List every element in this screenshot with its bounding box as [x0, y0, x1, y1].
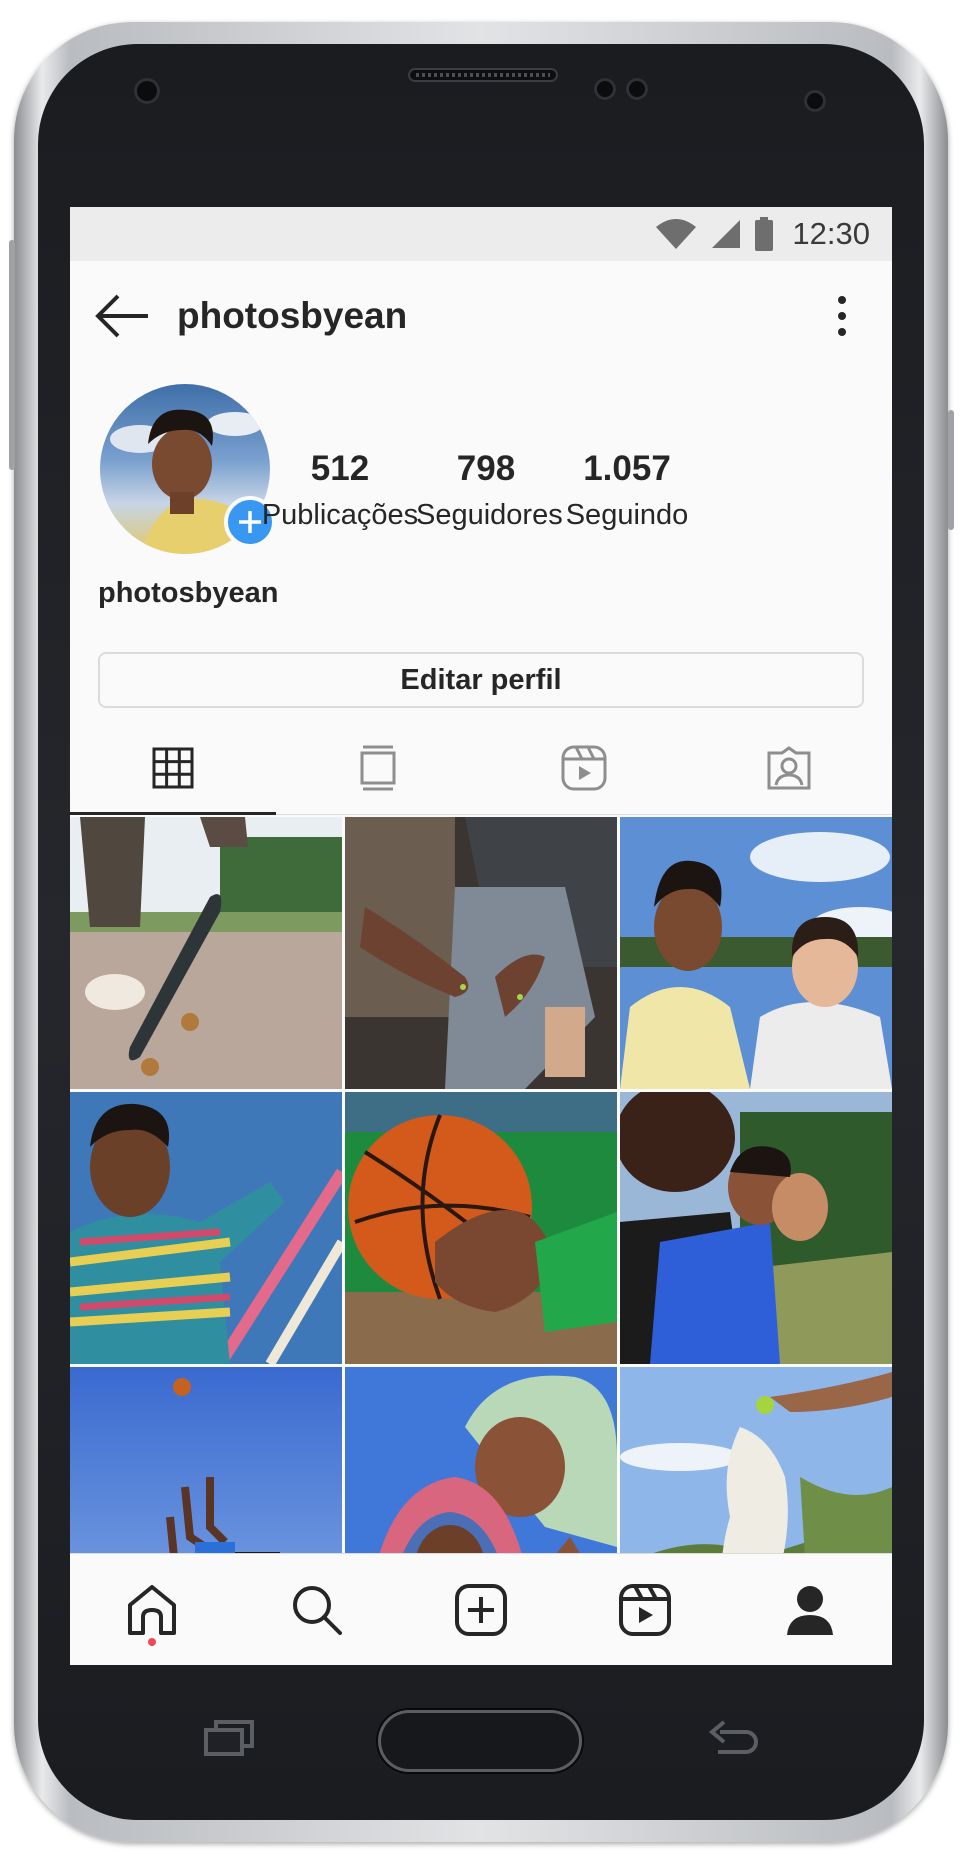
page-title: photosbyean [177, 295, 408, 336]
profile-tabs [70, 722, 892, 815]
new-post-icon [455, 1584, 508, 1636]
signal-icon [712, 220, 741, 248]
basketball-photo [345, 1092, 617, 1364]
post-thumbnail[interactable] [620, 817, 892, 1089]
posts-grid [70, 817, 892, 1639]
front-camera [134, 78, 160, 104]
stat-following-label: Seguindo [565, 499, 689, 531]
home-hardware-button[interactable] [378, 1710, 582, 1772]
nav-reels[interactable] [563, 1554, 727, 1665]
edit-profile-button[interactable]: Editar perfil [98, 652, 864, 708]
sensor-1 [594, 78, 616, 100]
back-key[interactable] [706, 1716, 762, 1760]
grid-icon [152, 747, 194, 789]
post-thumbnail[interactable] [70, 817, 342, 1089]
stat-followers-value: 798 [456, 449, 516, 488]
stat-following-value: 1.057 [583, 449, 671, 488]
phone-side-button-right [948, 410, 954, 530]
recent-apps-key[interactable] [202, 1718, 256, 1758]
skateboard-photo [70, 817, 342, 1089]
bottom-navigation [70, 1553, 892, 1665]
striped-sweater-photo [70, 1092, 342, 1364]
wifi-icon [656, 219, 697, 249]
sensor-2 [626, 78, 648, 100]
tab-reels[interactable] [481, 722, 687, 814]
reels-icon [619, 1584, 672, 1636]
earpiece-speaker [408, 68, 558, 82]
profile-icon [786, 1586, 833, 1635]
app-screen: 12:30 photosbyean 512 Publicações 798 Se… [70, 207, 892, 1665]
search-icon [292, 1586, 342, 1635]
status-bar: 12:30 [70, 207, 892, 261]
stat-posts-value: 512 [310, 449, 370, 488]
profile-header: photosbyean [70, 261, 892, 371]
nav-new-post[interactable] [399, 1554, 563, 1665]
home-notification-dot [148, 1638, 156, 1646]
tab-igtv[interactable] [276, 722, 482, 814]
post-thumbnail[interactable] [70, 1092, 342, 1364]
post-thumbnail[interactable] [345, 1092, 617, 1364]
reels-icon [561, 745, 607, 791]
stat-followers-label: Seguidores [416, 499, 563, 531]
stat-following[interactable]: 1.057 Seguindo [564, 449, 690, 535]
nav-profile[interactable] [728, 1554, 892, 1665]
tagged-icon [767, 746, 811, 790]
group-selfie-photo [620, 1092, 892, 1364]
tab-grid[interactable] [70, 722, 276, 815]
profile-avatar[interactable] [100, 384, 276, 560]
battery-icon [755, 217, 774, 251]
phone-side-button-left [9, 240, 15, 470]
stat-posts[interactable]: 512 Publicações [258, 449, 422, 535]
hands-on-legs-photo [345, 817, 617, 1089]
nav-home[interactable] [70, 1554, 234, 1665]
post-thumbnail[interactable] [345, 817, 617, 1089]
post-thumbnail[interactable] [620, 1092, 892, 1364]
two-friends-sky-photo [620, 817, 892, 1089]
stat-followers[interactable]: 798 Seguidores [416, 449, 563, 535]
stat-posts-label: Publicações [261, 499, 419, 531]
back-arrow-icon[interactable] [94, 291, 152, 341]
tab-tagged[interactable] [687, 722, 893, 814]
status-time: 12:30 [792, 216, 870, 251]
more-options-icon[interactable] [834, 293, 850, 339]
igtv-icon [360, 745, 396, 791]
nav-search[interactable] [234, 1554, 398, 1665]
home-icon [128, 1585, 177, 1635]
profile-display-name: photosbyean [98, 577, 279, 609]
proximity-sensor [804, 90, 826, 112]
